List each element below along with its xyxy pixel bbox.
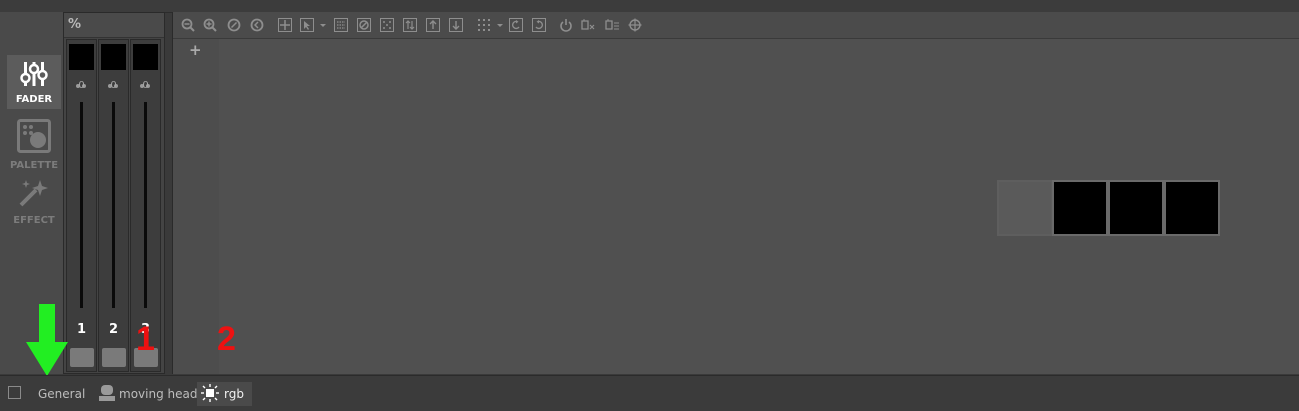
annotation-two: 2 — [217, 320, 236, 358]
fixture-cells — [997, 180, 1221, 236]
back-icon[interactable] — [250, 18, 264, 32]
move-icon[interactable] — [278, 18, 292, 32]
fader-slider[interactable] — [144, 102, 147, 308]
add-icon[interactable]: + — [189, 41, 202, 59]
clear-icon[interactable] — [580, 18, 596, 32]
tab-rgb[interactable]: rgb — [197, 382, 252, 406]
channel-value: 0 — [110, 80, 117, 91]
fader-channel-1: 0 1 — [66, 39, 97, 372]
palette-icon — [17, 119, 51, 157]
tab-moving-head[interactable]: moving head — [94, 382, 201, 406]
percent-label[interactable]: % — [68, 17, 81, 32]
fan-icon[interactable] — [604, 18, 620, 32]
sliders-icon — [19, 61, 49, 91]
pointer-icon[interactable] — [300, 18, 314, 32]
green-down-arrow-icon — [26, 304, 68, 376]
channel-value: 0 — [78, 80, 85, 91]
zoom-in-icon[interactable] — [203, 18, 217, 32]
undo-icon[interactable] — [509, 18, 523, 32]
channel-color-swatch — [101, 44, 126, 70]
channel-number: 2 — [108, 322, 119, 337]
chevron-down-icon[interactable] — [316, 18, 326, 32]
mode-palette-button[interactable]: PALETTE — [7, 116, 61, 171]
mode-palette-label: PALETTE — [9, 160, 59, 171]
fixture-cell-2[interactable] — [1108, 180, 1164, 236]
bottom-tab-bar: General moving head rgb — [0, 375, 1299, 411]
power-icon[interactable] — [559, 18, 573, 32]
channel-select-button[interactable] — [102, 348, 126, 367]
rgb-light-icon — [201, 383, 219, 405]
mode-fader-label: FADER — [15, 94, 53, 105]
align-down-icon[interactable] — [449, 18, 463, 32]
channel-color-swatch — [69, 44, 94, 70]
align-up-icon[interactable] — [426, 18, 440, 32]
mode-effect-button[interactable]: EFFECT — [7, 176, 61, 230]
annotation-one: 1 — [136, 320, 155, 358]
grid-icon[interactable] — [477, 18, 491, 32]
tab-general-label: General — [38, 387, 86, 401]
channel-number: 1 — [76, 322, 87, 337]
grid-select-icon[interactable] — [334, 18, 348, 32]
chevron-down-icon[interactable] — [493, 18, 503, 32]
fader-channel-2: 0 2 — [98, 39, 129, 372]
view-toolbar — [173, 12, 1299, 39]
fader-panel-header: % — [64, 13, 164, 38]
mode-effect-label: EFFECT — [13, 215, 55, 226]
moving-head-icon — [98, 384, 116, 405]
tab-rgb-label: rgb — [224, 387, 244, 401]
channel-color-swatch — [133, 44, 158, 70]
no-select-icon[interactable] — [357, 18, 371, 32]
channel-value: 0 — [142, 80, 149, 91]
fixture-2d-view: + — [172, 12, 1299, 374]
view-gutter: + — [173, 39, 219, 374]
fixture-cell-3[interactable] — [1164, 180, 1220, 236]
channel-dots-icon — [108, 73, 120, 88]
dots-icon[interactable] — [380, 18, 394, 32]
swap-icon[interactable] — [403, 18, 417, 32]
fixture-cell-empty[interactable] — [997, 180, 1053, 236]
expand-corner-icon[interactable] — [8, 386, 21, 399]
mode-fader-button[interactable]: FADER — [7, 55, 61, 109]
zoom-out-icon[interactable] — [181, 18, 195, 32]
tab-general[interactable]: General — [30, 382, 93, 406]
zoom-reset-icon[interactable] — [227, 18, 241, 32]
tab-moving-head-label: moving head — [119, 387, 198, 401]
fixture-cell-1[interactable] — [1052, 180, 1108, 236]
target-icon[interactable] — [628, 18, 642, 32]
fader-slider[interactable] — [112, 102, 115, 308]
redo-icon[interactable] — [532, 18, 546, 32]
channel-dots-icon — [140, 73, 152, 88]
magic-wand-icon — [18, 178, 50, 212]
channel-select-button[interactable] — [70, 348, 94, 367]
channel-dots-icon — [76, 73, 88, 88]
fader-slider[interactable] — [80, 102, 83, 308]
